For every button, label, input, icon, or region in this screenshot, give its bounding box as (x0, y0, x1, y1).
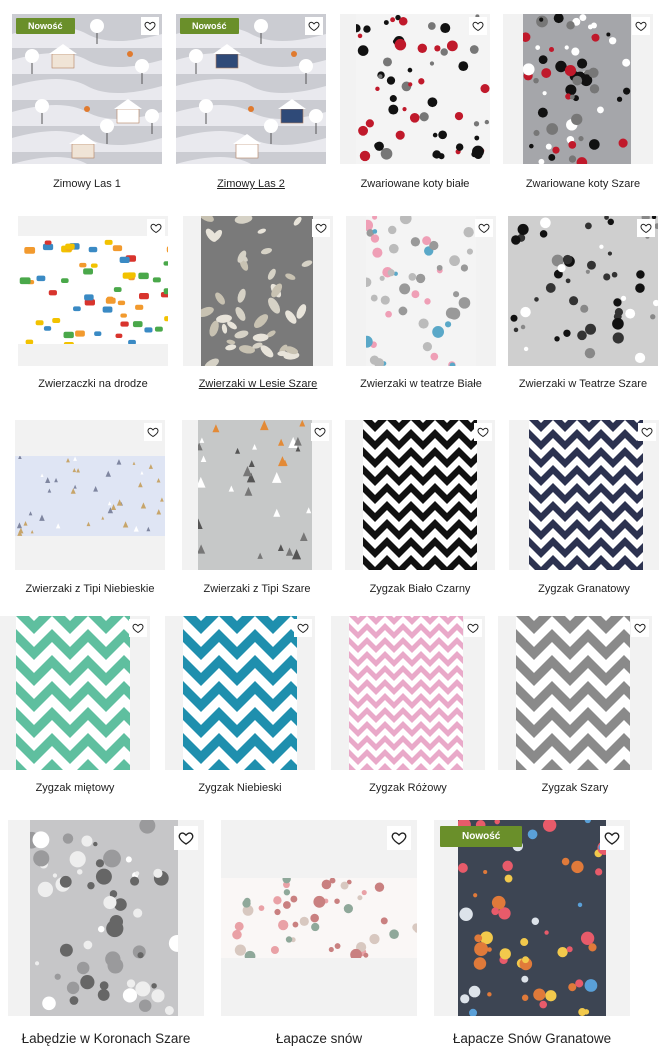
heart-outline-icon[interactable] (638, 423, 656, 441)
heart-outline-icon[interactable] (144, 423, 162, 441)
fabric-pattern (18, 236, 168, 344)
product-image[interactable] (498, 616, 652, 770)
product-card[interactable]: Zwierzaki w teatrze Białe (346, 216, 496, 398)
product-name[interactable]: Zygzak Biało Czarny (345, 583, 495, 595)
product-name[interactable]: Zwierzaczki na drodze (10, 378, 176, 390)
product-image[interactable] (221, 820, 417, 1016)
fabric-pattern (16, 616, 130, 770)
product-card[interactable]: Zwierzaki w Teatrze Szare (508, 216, 658, 398)
product-image[interactable]: Nowość (176, 14, 326, 164)
product-card[interactable]: Zwariowane koty białe (340, 14, 490, 198)
heart-outline-icon[interactable] (312, 219, 330, 237)
product-image[interactable] (508, 216, 658, 366)
product-name[interactable]: Zimowy Las 2 (176, 178, 326, 190)
heart-outline-icon[interactable] (311, 423, 329, 441)
heart-outline-icon[interactable] (129, 619, 147, 637)
product-card[interactable]: Zygzak Biało Czarny (345, 420, 495, 603)
fabric-pattern (183, 616, 297, 770)
product-card[interactable]: Zwierzaki z Tipi Szare (182, 420, 332, 603)
product-card[interactable]: Nowość Zimowy Las 1 (12, 14, 162, 198)
fabric-pattern (356, 14, 490, 164)
fabric-pattern (201, 216, 313, 366)
product-image[interactable] (345, 420, 495, 570)
product-image[interactable] (182, 420, 332, 570)
product-image[interactable] (503, 14, 653, 164)
product-name[interactable]: Zwierzaki w Lesie Szare (183, 378, 333, 390)
heart-outline-icon[interactable] (475, 219, 493, 237)
product-name[interactable]: Zygzak Niebieski (165, 782, 315, 794)
product-image[interactable] (509, 420, 659, 570)
product-card[interactable]: Zwariowane koty Szare (503, 14, 653, 198)
product-image[interactable] (183, 216, 333, 366)
fabric-pattern (458, 820, 606, 1016)
fabric-pattern (516, 616, 630, 770)
product-card[interactable]: Nowość Zimowy Las 2 (176, 14, 326, 198)
fabric-pattern (30, 820, 178, 1016)
fabric-pattern (508, 216, 658, 366)
product-name[interactable]: Łapacze snów (221, 1031, 417, 1046)
product-name[interactable]: Łapacze Snów Granatowe (434, 1031, 630, 1046)
product-image[interactable] (15, 420, 165, 570)
product-image[interactable] (0, 616, 150, 770)
heart-outline-icon[interactable] (600, 826, 624, 850)
product-image[interactable] (165, 616, 315, 770)
heart-outline-icon[interactable] (637, 219, 655, 237)
product-image[interactable] (340, 14, 490, 164)
heart-outline-icon[interactable] (464, 619, 482, 637)
new-badge: Nowość (180, 18, 239, 34)
product-card[interactable]: Zygzak Niebieski (165, 616, 315, 802)
new-badge: Nowość (440, 826, 523, 847)
fabric-pattern (523, 14, 631, 164)
product-image[interactable]: Nowość (434, 820, 630, 1016)
product-card[interactable]: Zygzak Szary (498, 616, 652, 802)
product-name[interactable]: Zwierzaki w teatrze Białe (340, 378, 502, 390)
product-image[interactable] (346, 216, 496, 366)
fabric-pattern (221, 878, 417, 958)
heart-outline-icon[interactable] (147, 219, 165, 237)
fabric-pattern (198, 420, 312, 570)
product-name[interactable]: Zwariowane koty białe (340, 178, 490, 190)
product-name[interactable]: Zwariowane koty Szare (503, 178, 663, 190)
product-card[interactable]: Nowość Łapacze Snów Granatowe (434, 820, 630, 1051)
heart-outline-icon[interactable] (305, 17, 323, 35)
product-card[interactable]: Zwierzaki w Lesie Szare (183, 216, 333, 398)
fabric-pattern (349, 616, 463, 770)
product-name[interactable]: Zygzak miętowy (0, 782, 150, 794)
heart-outline-icon[interactable] (474, 423, 492, 441)
product-card[interactable]: Łapacze snów (221, 820, 417, 1051)
product-name[interactable]: Zwierzaki w Teatrze Szare (500, 378, 666, 390)
heart-outline-icon[interactable] (632, 17, 650, 35)
fabric-pattern (15, 456, 165, 536)
product-card[interactable]: Zygzak Różowy (331, 616, 485, 802)
heart-outline-icon[interactable] (294, 619, 312, 637)
fabric-pattern (12, 14, 162, 164)
product-image[interactable] (331, 616, 485, 770)
product-card[interactable]: Zwierzaczki na drodze (18, 216, 168, 398)
product-image[interactable] (18, 216, 168, 366)
heart-outline-icon[interactable] (141, 17, 159, 35)
product-name[interactable]: Zygzak Różowy (331, 782, 485, 794)
product-name[interactable]: Zimowy Las 1 (12, 178, 162, 190)
product-name[interactable]: Zygzak Granatowy (509, 583, 659, 595)
fabric-pattern (363, 420, 477, 570)
product-image[interactable]: Nowość (12, 14, 162, 164)
product-card[interactable]: Łabędzie w Koronach Szare (8, 820, 204, 1051)
product-card[interactable]: Zwierzaki z Tipi Niebieskie (15, 420, 165, 603)
new-badge: Nowość (16, 18, 75, 34)
product-image[interactable] (8, 820, 204, 1016)
fabric-pattern (529, 420, 643, 570)
product-card[interactable]: Zygzak Granatowy (509, 420, 659, 603)
heart-outline-icon[interactable] (174, 826, 198, 850)
product-name[interactable]: Zwierzaki z Tipi Niebieskie (9, 583, 171, 595)
product-card[interactable]: Zygzak miętowy (0, 616, 150, 802)
product-name[interactable]: Zwierzaki z Tipi Szare (182, 583, 332, 595)
product-name[interactable]: Zygzak Szary (498, 782, 652, 794)
heart-outline-icon[interactable] (469, 17, 487, 35)
fabric-pattern (366, 216, 476, 366)
product-name[interactable]: Łabędzie w Koronach Szare (4, 1031, 208, 1046)
heart-outline-icon[interactable] (631, 619, 649, 637)
heart-outline-icon[interactable] (387, 826, 411, 850)
fabric-pattern (176, 14, 326, 164)
